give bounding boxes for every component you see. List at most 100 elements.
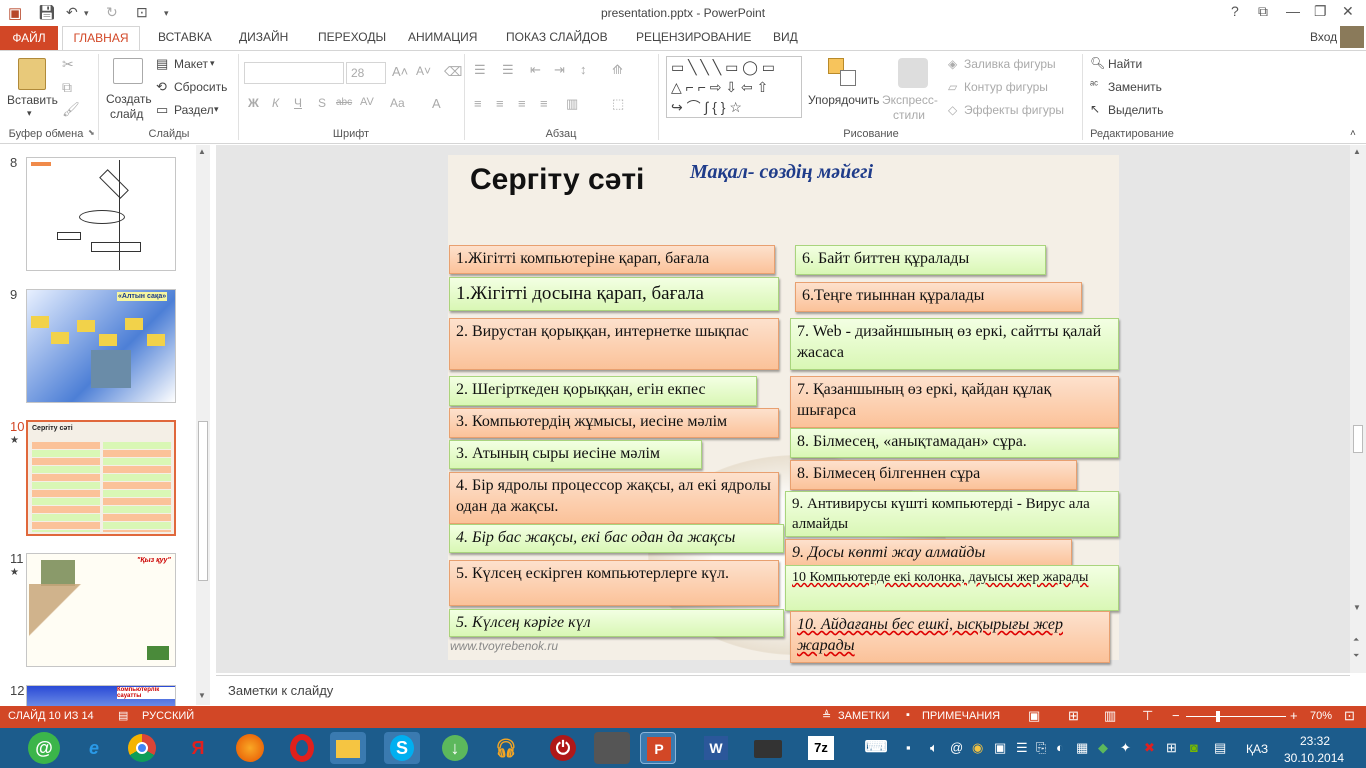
nvidia-tray-icon[interactable]: ◙ [1190, 740, 1198, 755]
restore-button[interactable]: ❐ [1314, 3, 1327, 20]
clear-formatting-icon[interactable]: ⌫ [444, 64, 462, 80]
paste-icon[interactable] [18, 58, 46, 90]
find-button[interactable]: Найти [1108, 57, 1142, 71]
thumb-slide-12[interactable]: Компьютерлік сауатты [26, 685, 176, 707]
shape-outline-button[interactable]: Контур фигуры [964, 80, 1048, 94]
increase-font-icon[interactable]: A˄ [392, 64, 408, 79]
numbering-icon[interactable]: ☰ [502, 62, 514, 78]
mail-agent-icon[interactable]: @ [28, 732, 60, 764]
tray-app-icon[interactable]: ⎘ [1036, 740, 1046, 756]
proverb-box-left[interactable]: 3. Атының сыры иесіне мәлім [449, 440, 702, 469]
powerpoint-taskbar-icon[interactable]: P [640, 732, 676, 764]
zoom-level[interactable]: 70% [1310, 710, 1332, 722]
clipboard-launcher-icon[interactable]: ⬊ [88, 128, 95, 137]
file-explorer-icon[interactable] [330, 732, 366, 764]
tab-view[interactable]: ВИД [773, 30, 798, 44]
reading-view-icon[interactable]: ▥ [1104, 708, 1116, 724]
proverb-box-right[interactable]: 8. Білмесең, «анықтамадан» сұра. [790, 428, 1119, 458]
notes-button[interactable]: ЗАМЕТКИ [838, 710, 890, 722]
decrease-indent-icon[interactable]: ⇤ [530, 62, 541, 78]
decrease-font-icon[interactable]: A˅ [416, 64, 431, 78]
format-painter-icon[interactable]: 🖌︎ [62, 101, 80, 118]
proverb-box-left[interactable]: 2. Вирустан қорыққан, интернетке шықпас [449, 318, 779, 370]
proverb-box-right[interactable]: 10 Компьютерде екі колонка, дауысы жер ж… [785, 565, 1119, 611]
mail-tray-icon[interactable]: @ [950, 740, 963, 755]
comments-button[interactable]: ПРИМЕЧАНИЯ [922, 710, 1000, 722]
notes-pane[interactable]: Заметки к слайду [216, 675, 1350, 705]
text-direction-icon[interactable]: ⟰ [612, 62, 623, 78]
tab-design[interactable]: ДИЗАЙН [239, 30, 288, 44]
tab-file[interactable]: ФАЙЛ [0, 26, 58, 50]
help-button[interactable]: ? [1231, 3, 1239, 19]
word-taskbar-icon[interactable]: W [698, 732, 734, 764]
proverb-box-right[interactable]: 9. Досы көпті жау алмайды [785, 539, 1072, 567]
slide-title[interactable]: Сергіту сәті [470, 163, 644, 197]
close-button[interactable]: ✕ [1342, 3, 1354, 20]
language-indicator[interactable]: РУССКИЙ [142, 710, 194, 722]
shape-outline-icon[interactable]: ▱ [948, 80, 957, 94]
proverb-box-right[interactable]: 8. Білмесең білгеннен сұра [790, 460, 1077, 490]
underline-button[interactable]: Ч [294, 96, 302, 110]
proverb-box-left[interactable]: 1.Жігітті компьютеріне қарап, бағала [449, 245, 775, 274]
tab-slideshow[interactable]: ПОКАЗ СЛАЙДОВ [506, 30, 608, 44]
slide-sorter-icon[interactable]: ⊞ [1068, 708, 1079, 724]
minimize-button[interactable]: — [1286, 3, 1300, 19]
smartart-icon[interactable]: ⬚ [612, 96, 624, 112]
media-app-icon[interactable] [594, 732, 630, 764]
proverb-box-left[interactable]: 4. Бір ядролы процессор жақсы, ал екі яд… [449, 472, 779, 524]
tray-app-icon[interactable]: ▤ [1214, 740, 1226, 756]
shadow-button[interactable]: S [318, 96, 326, 110]
sign-in-link[interactable]: Вход [1310, 30, 1337, 44]
arrange-button[interactable]: Упорядочить [808, 93, 879, 107]
proverb-box-right[interactable]: 10. Айдағаны бес ешкі, ысқырығы жер жара… [790, 611, 1110, 663]
paste-button[interactable]: Вставить [7, 93, 58, 107]
cut-icon[interactable]: ✂ [62, 56, 74, 73]
proverb-box-right[interactable]: 7. Web - дизайншының өз еркі, сайтты қал… [790, 318, 1119, 370]
bold-button[interactable]: Ж [248, 96, 259, 110]
tray-app-icon[interactable]: ▦ [1076, 740, 1088, 756]
replace-button[interactable]: Заменить [1108, 80, 1162, 94]
layout-icon[interactable]: ▤ [156, 56, 168, 72]
reset-button[interactable]: Сбросить [174, 80, 227, 94]
change-case-button[interactable]: Aa [390, 96, 405, 110]
tray-app-icon[interactable]: ◆ [1098, 740, 1108, 756]
italic-button[interactable]: К [272, 96, 279, 110]
quick-styles-icon[interactable] [898, 58, 928, 88]
antivirus-tray-icon[interactable]: ◉ [972, 740, 983, 756]
clock-time[interactable]: 23:32 [1300, 734, 1330, 748]
avatar[interactable] [1340, 26, 1364, 48]
proverb-box-left[interactable]: 4. Бір бас жақсы, екі бас одан да жақсы [449, 524, 784, 553]
strikethrough-button[interactable]: abc [336, 97, 352, 108]
notes-icon[interactable]: ≜ [822, 709, 831, 722]
proverb-box-right[interactable]: 9. Антивирусы күшті компьютерді - Вирус … [785, 491, 1119, 537]
chrome-icon[interactable] [124, 732, 160, 764]
clock-date[interactable]: 30.10.2014 [1284, 751, 1344, 765]
tray-app-icon[interactable]: ☰ [1016, 740, 1028, 756]
shape-fill-button[interactable]: Заливка фигуры [964, 57, 1056, 71]
printer-icon[interactable] [750, 732, 786, 764]
spellcheck-icon[interactable]: ▤ [118, 709, 128, 722]
section-button[interactable]: Раздел [174, 103, 214, 117]
increase-indent-icon[interactable]: ⇥ [554, 62, 565, 78]
bullets-icon[interactable]: ☰ [474, 62, 486, 78]
normal-view-icon[interactable]: ▣ [1028, 708, 1040, 724]
tray-app-icon[interactable]: ◐ [1056, 740, 1064, 755]
proverb-box-right[interactable]: 7. Қазаншының өз еркі, қайдан құлақ шыға… [790, 376, 1119, 428]
ribbon-display-options-button[interactable]: ⧉ [1258, 3, 1268, 20]
audio-player-icon[interactable]: 🎧︎ [488, 732, 524, 764]
new-slide-button-label[interactable]: слайд [110, 107, 143, 121]
reset-icon[interactable]: ⟲ [156, 79, 167, 95]
quick-styles-button[interactable]: Экспресс- [882, 93, 938, 107]
new-slide-icon[interactable] [113, 58, 143, 84]
tab-transitions[interactable]: ПЕРЕХОДЫ [318, 30, 386, 44]
section-icon[interactable]: ▭ [156, 102, 168, 118]
tab-review[interactable]: РЕЦЕНЗИРОВАНИЕ [636, 30, 751, 44]
select-button[interactable]: Выделить [1108, 103, 1163, 117]
slideshow-icon[interactable]: ⊤ [1142, 708, 1153, 724]
line-spacing-icon[interactable]: ↕ [580, 62, 587, 77]
network-tray-icon[interactable]: ▪ [906, 740, 911, 755]
tab-home[interactable]: ГЛАВНАЯ [62, 26, 140, 51]
zoom-slider[interactable] [1186, 716, 1286, 717]
shape-effects-icon[interactable]: ◇ [948, 103, 957, 117]
proverb-box-left[interactable]: 1.Жігітті досына қарап, бағала [449, 277, 779, 311]
